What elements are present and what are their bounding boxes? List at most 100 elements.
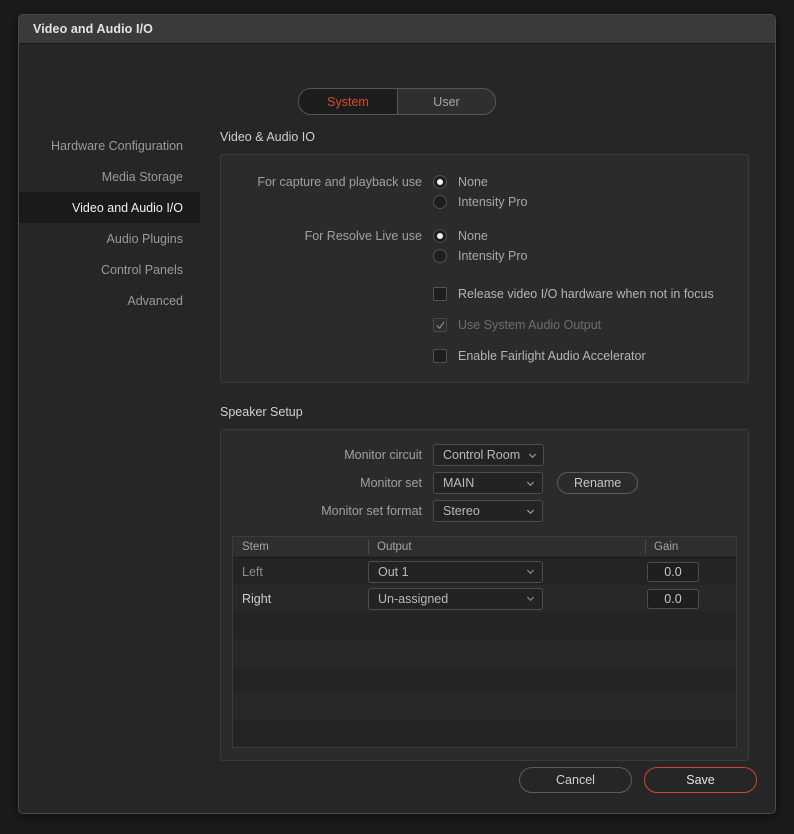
sidebar-item-advanced[interactable]: Advanced [19,285,200,316]
video-audio-io-group: For capture and playback use None Intens… [220,154,749,383]
speaker-routing-table: Stem Output Gain Left Out 1 0.0 Right Un… [232,536,737,748]
table-row-empty [233,693,736,720]
row-gain-cell: 0.0 [647,588,699,609]
live-option-none-label: None [458,229,488,243]
chevron-down-icon [526,479,535,488]
table-row-empty [233,666,736,693]
monitor-circuit-value: Control Room [443,448,521,462]
chevron-down-icon [528,451,537,460]
scope-tabgroup: System User [298,88,496,115]
release-hardware-row: Release video I/O hardware when not in f… [221,284,748,304]
radio-unselected-icon [433,195,447,209]
sidebar-item-label: Advanced [127,293,183,308]
save-button[interactable]: Save [644,767,757,793]
live-option-none[interactable]: None [433,226,527,246]
row-gain-cell: 0.0 [647,561,699,582]
settings-sidebar: Hardware Configuration Media Storage Vid… [19,130,200,316]
sidebar-item-control-panels[interactable]: Control Panels [19,254,200,285]
table-header-row: Stem Output Gain [233,537,736,558]
table-header-stem: Stem [242,541,269,553]
live-option-intensity-pro-label: Intensity Pro [458,249,528,263]
tab-user-label: User [433,94,460,109]
sidebar-item-label: Control Panels [101,262,183,277]
scope-tabbar: System User [19,88,775,115]
sidebar-item-video-and-audio-io[interactable]: Video and Audio I/O [19,192,200,223]
checkbox-use-system-audio-output-label: Use System Audio Output [458,318,602,332]
capture-option-none[interactable]: None [433,172,527,192]
capture-option-intensity-pro[interactable]: Intensity Pro [433,192,527,212]
row-stem-label: Right [242,591,272,606]
chevron-down-icon [526,594,535,603]
table-row-empty [233,720,736,747]
capture-playback-row: For capture and playback use None Intens… [221,172,748,212]
sidebar-item-label: Hardware Configuration [50,138,183,153]
sidebar-item-label: Video and Audio I/O [72,200,183,215]
speaker-setup-section-title: Speaker Setup [220,405,303,419]
capture-option-none-label: None [458,175,488,189]
monitor-set-format-label: Monitor set format [321,504,422,518]
live-option-intensity-pro[interactable]: Intensity Pro [433,246,527,266]
resolve-live-radio-group: None Intensity Pro [433,226,527,266]
output-select[interactable]: Out 1 [368,560,543,583]
monitor-set-value: MAIN [443,476,475,490]
table-row[interactable]: Left Out 1 0.0 [233,558,736,585]
chevron-down-icon [526,567,535,576]
monitor-set-row: Monitor set MAIN Rename [221,472,748,494]
sidebar-item-label: Audio Plugins [106,231,183,246]
settings-pane: Video & Audio IO For capture and playbac… [201,130,763,761]
monitor-set-format-select[interactable]: Stereo [433,500,543,522]
table-row[interactable]: Right Un-assigned 0.0 [233,585,736,612]
table-header-output: Output [377,541,412,553]
video-audio-io-dialog: Video and Audio I/O System User Hardware… [18,14,776,814]
rename-button[interactable]: Rename [557,472,639,494]
checkbox-enable-fairlight-audio-accelerator[interactable]: Enable Fairlight Audio Accelerator [433,346,646,366]
screenshot-root: Video and Audio I/O System User Hardware… [0,0,794,834]
checkbox-checked-disabled-icon [433,318,447,332]
check-icon [435,321,445,329]
monitor-set-format-value: Stereo [443,504,480,518]
dialog-footer: Cancel Save [519,767,757,793]
speaker-setup-group: Monitor circuit Control Room Monitor set… [220,429,749,761]
monitor-set-format-row: Monitor set format Stereo [221,500,748,522]
dialog-content: System User Hardware Configuration Media… [19,44,775,813]
radio-selected-icon [433,175,447,189]
chevron-down-icon [526,507,535,516]
gain-input[interactable]: 0.0 [647,561,699,582]
cancel-button[interactable]: Cancel [519,767,632,793]
radio-unselected-icon [433,249,447,263]
monitor-circuit-select[interactable]: Control Room [433,444,545,466]
row-output-cell: Un-assigned [368,587,543,610]
checkbox-release-video-io-hardware-label: Release video I/O hardware when not in f… [458,287,714,301]
tab-system[interactable]: System [299,89,397,114]
output-select-value: Out 1 [378,564,409,579]
tab-user[interactable]: User [397,89,495,114]
radio-selected-icon [433,229,447,243]
output-select-value: Un-assigned [378,591,449,606]
monitor-set-select[interactable]: MAIN [433,472,543,494]
checkbox-enable-fairlight-audio-accelerator-label: Enable Fairlight Audio Accelerator [458,349,646,363]
output-select[interactable]: Un-assigned [368,587,543,610]
resolve-live-row: For Resolve Live use None Intensity Pro [221,226,748,266]
table-header-gain: Gain [654,541,679,553]
dialog-title: Video and Audio I/O [33,22,153,36]
sidebar-item-audio-plugins[interactable]: Audio Plugins [19,223,200,254]
use-system-audio-row: Use System Audio Output [221,315,748,335]
monitor-circuit-row: Monitor circuit Control Room [221,444,748,466]
checkbox-release-video-io-hardware[interactable]: Release video I/O hardware when not in f… [433,284,714,304]
row-stem-label: Left [242,564,263,579]
checkbox-unchecked-icon [433,287,447,301]
checkbox-unchecked-icon [433,349,447,363]
table-row-empty [233,639,736,666]
row-output-cell: Out 1 [368,560,543,583]
sidebar-item-hardware-configuration[interactable]: Hardware Configuration [19,130,200,161]
capture-playback-label: For capture and playback use [257,175,422,189]
sidebar-item-media-storage[interactable]: Media Storage [19,161,200,192]
table-row-empty [233,612,736,639]
resolve-live-label: For Resolve Live use [304,229,422,243]
tab-system-label: System [327,94,369,109]
checkbox-use-system-audio-output: Use System Audio Output [433,315,601,335]
enable-fairlight-row: Enable Fairlight Audio Accelerator [221,346,748,366]
gain-input[interactable]: 0.0 [647,588,699,609]
dialog-titlebar: Video and Audio I/O [19,15,775,44]
capture-playback-radio-group: None Intensity Pro [433,172,527,212]
